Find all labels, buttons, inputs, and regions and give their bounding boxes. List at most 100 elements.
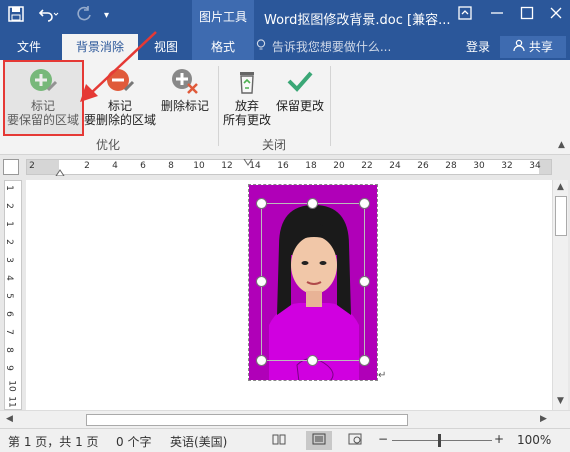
resize-handle[interactable]: [307, 355, 318, 366]
annotation-arrow-icon: [80, 31, 157, 102]
horizontal-ruler: 2 2 4 6 8 10 12 14 16 18 20 22 24 26 28 …: [26, 159, 552, 176]
checkmark-icon: [285, 66, 315, 96]
ruler-tick: 2: [3, 203, 14, 209]
ruler-tick: 10: [6, 380, 17, 392]
ruler-tick: 26: [417, 161, 429, 171]
person-icon: [513, 39, 529, 54]
word-count[interactable]: 0 个字: [116, 433, 151, 450]
language-indicator[interactable]: 英语(美国): [170, 433, 227, 450]
redo-icon[interactable]: [76, 6, 92, 26]
paragraph-mark-icon: ↵: [378, 370, 387, 381]
resize-handle[interactable]: [359, 276, 370, 287]
ruler-tick: 11: [6, 396, 17, 408]
annotation-highlight-box: [3, 60, 84, 136]
recycle-bin-icon: [232, 66, 262, 96]
minimize-icon[interactable]: [490, 6, 504, 24]
zoom-level[interactable]: 100%: [517, 433, 551, 447]
ruler-tick: 9: [3, 365, 14, 371]
scroll-right-icon[interactable]: ▶: [540, 414, 547, 424]
ruler-tick: 2: [29, 161, 35, 171]
undo-icon[interactable]: [38, 6, 60, 26]
scroll-down-icon[interactable]: ▼: [557, 396, 564, 406]
delete-mark-button[interactable]: 删除标记: [158, 66, 212, 113]
customize-toolbar-icon[interactable]: ▾: [104, 10, 109, 21]
ruler-tick: 34: [529, 161, 541, 171]
document-title: Word抠图修改背景.doc [兼容...: [264, 13, 451, 28]
horizontal-ruler-row: 2 2 4 6 8 10 12 14 16 18 20 22 24 26 28 …: [0, 155, 570, 179]
tab-file[interactable]: 文件: [4, 34, 54, 60]
ruler-tick: 3: [3, 257, 14, 263]
resize-handle[interactable]: [256, 198, 267, 209]
mark-remove-line2: 要删除的区域: [84, 113, 157, 127]
keep-changes-button[interactable]: 保留更改: [274, 66, 326, 113]
discard-line1: 放弃: [234, 99, 259, 113]
ruler-tick: 28: [445, 161, 457, 171]
ruler-tick: 7: [3, 329, 14, 335]
group-refine-label: 优化: [96, 138, 121, 152]
tab-format[interactable]: 格式: [192, 34, 254, 60]
vertical-ruler: 1 2 1 2 3 4 5 6 7 8 9 10 11: [4, 180, 22, 410]
ruler-tick: 8: [168, 161, 174, 171]
group-separator: [218, 66, 219, 146]
indent-marker-icon[interactable]: [55, 168, 65, 176]
read-mode-icon[interactable]: [272, 433, 286, 448]
ruler-tick: 16: [277, 161, 289, 171]
scroll-up-icon[interactable]: ▲: [557, 182, 564, 192]
ruler-tick: 20: [333, 161, 345, 171]
zoom-slider[interactable]: [392, 440, 492, 441]
collapse-ribbon-icon[interactable]: ▲: [558, 140, 565, 150]
scroll-thumb[interactable]: [86, 414, 408, 426]
maximize-icon[interactable]: [520, 6, 534, 24]
scroll-left-icon[interactable]: ◀: [6, 414, 13, 424]
zoom-in-button[interactable]: +: [494, 432, 504, 446]
share-button[interactable]: 共享: [500, 36, 566, 58]
horizontal-scrollbar[interactable]: ◀ ▶: [0, 410, 570, 428]
title-bar: ▾ 图片工具 Word抠图修改背景.doc [兼容...: [0, 0, 570, 34]
discard-line2: 所有更改: [222, 113, 271, 127]
zoom-out-button[interactable]: −: [378, 432, 388, 446]
zoom-slider-thumb[interactable]: [438, 434, 441, 447]
ruler-tick: 24: [389, 161, 401, 171]
delete-mark-icon: [170, 66, 200, 96]
share-label: 共享: [528, 40, 553, 54]
group-separator: [330, 66, 331, 146]
web-layout-icon[interactable]: [348, 433, 362, 448]
ruler-tick: 18: [305, 161, 317, 171]
ruler-tick: 22: [361, 161, 373, 171]
resize-handle[interactable]: [307, 198, 318, 209]
lightbulb-icon: [256, 39, 270, 54]
print-layout-icon[interactable]: [306, 431, 332, 450]
tab-selector[interactable]: [3, 159, 19, 175]
vertical-scrollbar[interactable]: ▲ ▼: [552, 180, 568, 410]
ruler-tick: 30: [473, 161, 485, 171]
ruler-tick: 10: [193, 161, 205, 171]
close-icon[interactable]: [549, 6, 563, 24]
login-link[interactable]: 登录: [466, 34, 490, 60]
tell-me-placeholder: 告诉我您想要做什么...: [271, 40, 392, 54]
resize-handle[interactable]: [359, 355, 370, 366]
selection-frame[interactable]: [261, 203, 365, 361]
ruler-right-margin: [539, 160, 551, 174]
group-close-label: 关闭: [262, 138, 287, 152]
keep-changes-label: 保留更改: [275, 99, 324, 113]
discard-changes-button[interactable]: 放弃 所有更改: [222, 66, 272, 127]
ruler-tick: 1: [3, 221, 14, 227]
right-indent-marker-icon[interactable]: [243, 159, 253, 167]
ruler-tick: 6: [140, 161, 146, 171]
ruler-tick: 6: [3, 311, 14, 317]
delete-mark-label: 删除标记: [160, 99, 209, 113]
page-count[interactable]: 第 1 页，共 1 页: [8, 433, 99, 450]
tell-me-box[interactable]: 告诉我您想要做什么...: [256, 34, 391, 60]
ruler-tick: 12: [221, 161, 233, 171]
save-icon[interactable]: [8, 6, 24, 26]
resize-handle[interactable]: [256, 355, 267, 366]
ribbon-display-icon[interactable]: [458, 6, 472, 24]
ruler-tick: 32: [501, 161, 513, 171]
ruler-tick: 5: [3, 293, 14, 299]
ruler-tick: 8: [3, 347, 14, 353]
scroll-thumb[interactable]: [555, 196, 567, 236]
status-bar: 第 1 页，共 1 页 0 个字 英语(美国) − + 100%: [0, 428, 570, 452]
ruler-tick: 4: [3, 275, 14, 281]
resize-handle[interactable]: [256, 276, 267, 287]
resize-handle[interactable]: [359, 198, 370, 209]
